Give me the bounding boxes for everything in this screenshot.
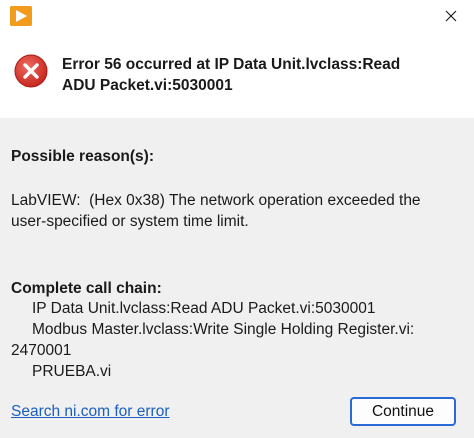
close-icon <box>445 10 457 22</box>
call-chain-list: IP Data Unit.lvclass:Read ADU Packet.vi:… <box>11 298 471 382</box>
close-button[interactable] <box>428 0 474 32</box>
call-chain-heading: Complete call chain: <box>11 280 162 297</box>
possible-reasons-text: LabVIEW: (Hex 0x38) The network operatio… <box>11 190 466 232</box>
possible-reasons-heading: Possible reason(s): <box>11 148 154 165</box>
call-chain-item: PRUEBA.vi <box>32 363 112 380</box>
error-title: Error 56 occurred at IP Data Unit.lvclas… <box>62 54 462 96</box>
error-title-line: ADU Packet.vi:5030001 <box>62 77 233 94</box>
error-title-line: Error 56 occurred at IP Data Unit.lvclas… <box>62 56 401 73</box>
reason-line: user-specified or system time limit. <box>11 213 249 230</box>
search-ni-link[interactable]: Search ni.com for error <box>11 402 170 422</box>
call-chain-item: 2470001 <box>11 342 72 359</box>
title-bar[interactable] <box>0 0 474 33</box>
error-x-icon <box>14 54 48 88</box>
error-header: Error 56 occurred at IP Data Unit.lvclas… <box>0 32 474 118</box>
reason-line: LabVIEW: (Hex 0x38) The network operatio… <box>11 192 421 209</box>
error-dialog: Error 56 occurred at IP Data Unit.lvclas… <box>0 0 474 438</box>
call-chain-item: IP Data Unit.lvclass:Read ADU Packet.vi:… <box>32 300 376 317</box>
continue-button[interactable]: Continue <box>350 397 456 426</box>
labview-play-icon <box>10 6 32 26</box>
call-chain-item: Modbus Master.lvclass:Write Single Holdi… <box>32 321 415 338</box>
